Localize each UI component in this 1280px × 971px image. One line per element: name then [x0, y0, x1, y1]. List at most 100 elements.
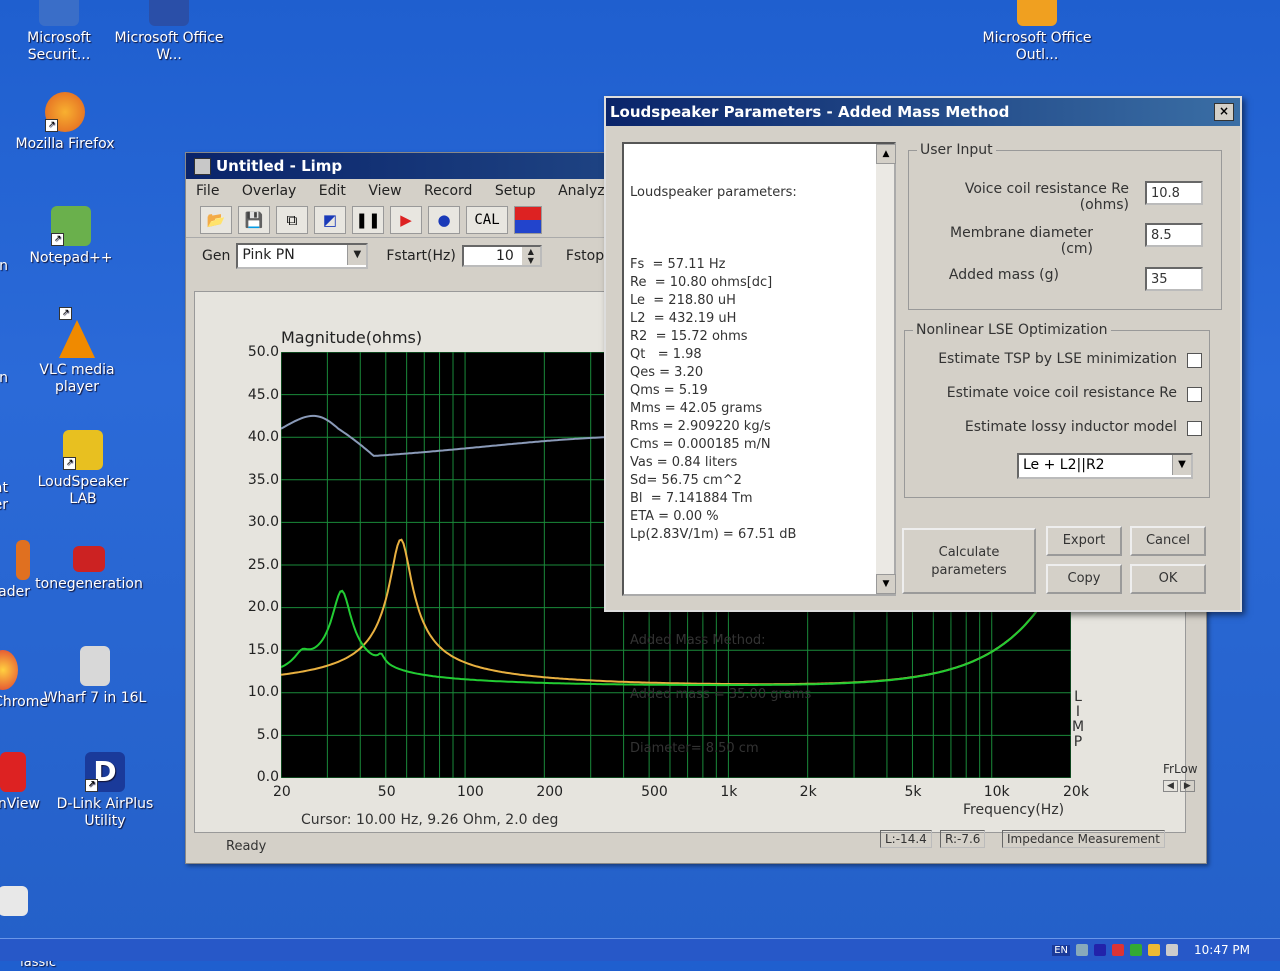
- security-tray-icon[interactable]: [1112, 944, 1124, 956]
- x-tick-label: 50: [377, 784, 396, 800]
- y-tick-label: 0.0: [256, 769, 279, 785]
- reader-icon: [16, 540, 30, 580]
- added-mass-label: Added mass (g): [948, 267, 1059, 283]
- color-icon[interactable]: [514, 206, 542, 234]
- desktop-icon-partial[interactable]: n: [0, 258, 8, 275]
- pause-icon[interactable]: ❚❚: [352, 206, 384, 234]
- param-line: Qes = 3.20: [630, 365, 704, 380]
- loudspeaker-parameters-dialog[interactable]: Loudspeaker Parameters - Added Mass Meth…: [604, 96, 1242, 756]
- lse-tsp-checkbox[interactable]: [1187, 353, 1202, 368]
- inductor-model-select[interactable]: Le + L2||R2 ▼: [1017, 453, 1193, 479]
- frlow-control: FrLow ◀ ▶: [1163, 762, 1198, 792]
- y-tick-label: 10.0: [247, 684, 279, 700]
- dlink-icon: D ↗: [85, 752, 125, 792]
- param-line: Bl = 7.141884 Tm: [630, 491, 753, 506]
- close-icon[interactable]: ×: [1214, 103, 1234, 121]
- calculate-parameters-button[interactable]: Calculate parameters: [902, 528, 1036, 594]
- lse-re-checkbox[interactable]: [1187, 387, 1202, 402]
- network-icon[interactable]: [1076, 944, 1088, 956]
- y-tick-label: 45.0: [247, 386, 279, 403]
- desktop-icon-tonegeneration[interactable]: tonegeneration: [34, 546, 144, 593]
- menu-view[interactable]: View: [368, 183, 401, 199]
- method-line: Diameter= 8.50 cm: [630, 741, 759, 756]
- open-folder-icon[interactable]: 📂: [200, 206, 232, 234]
- desktop-icon-partial[interactable]: at er: [0, 480, 8, 514]
- folder-tray-icon[interactable]: [1148, 944, 1160, 956]
- status-text: Ready: [226, 839, 267, 854]
- user-input-title: User Input: [917, 142, 996, 158]
- desktop-icon-dlink[interactable]: D ↗ D-Link AirPlus Utility: [50, 752, 160, 830]
- y-tick-label: 50.0: [247, 344, 279, 360]
- params-header: Loudspeaker parameters:: [630, 185, 797, 200]
- desktop-icon-outlook[interactable]: Microsoft Office Outl...: [982, 0, 1092, 64]
- params-list: Fs = 57.11 Hz Re = 10.80 ohms[dc] Le = 218…: [630, 256, 888, 544]
- edit-icon[interactable]: ◩: [314, 206, 346, 234]
- save-icon[interactable]: 💾: [238, 206, 270, 234]
- chevron-down-icon: ▼: [1172, 455, 1191, 475]
- tonegeneration-icon: [73, 546, 105, 572]
- copy-button[interactable]: Copy: [1046, 564, 1122, 594]
- menu-overlay[interactable]: Overlay: [242, 183, 296, 199]
- record-icon[interactable]: ●: [428, 206, 460, 234]
- notepadpp-icon: ↗: [51, 206, 91, 246]
- desktop-icon-notepadpp[interactable]: ↗ Notepad++: [16, 206, 126, 267]
- generator-select[interactable]: Pink PN ▼: [236, 243, 369, 269]
- taskbar-clock: 10:47 PM: [1194, 943, 1250, 957]
- x-tick-label: 10k: [983, 784, 1010, 800]
- desktop-icon-wharf[interactable]: Wharf 7 in 16L: [40, 646, 150, 707]
- copy-icon[interactable]: ⧉: [276, 206, 308, 234]
- y-tick-label: 30.0: [247, 514, 279, 530]
- desktop-icon-partial-view[interactable]: nView: [0, 752, 40, 813]
- param-line: Sd= 56.75 cm^2: [630, 473, 742, 488]
- outlook-icon: [1017, 0, 1057, 26]
- desktop-icon-partial-reader[interactable]: ader: [0, 540, 30, 601]
- desktop-icon-chrome[interactable]: Chrome: [0, 650, 48, 711]
- lse-inductor-checkbox[interactable]: [1187, 421, 1202, 436]
- lse-inductor-label: Estimate lossy inductor model: [964, 419, 1177, 435]
- parameters-text: Loudspeaker parameters: Fs = 57.11 Hz Re …: [624, 144, 894, 798]
- added-mass-input[interactable]: 35: [1145, 267, 1203, 291]
- language-indicator[interactable]: EN: [1052, 944, 1070, 956]
- scroll-up-icon[interactable]: ▲: [876, 144, 896, 164]
- frlow-right-icon[interactable]: ▶: [1179, 780, 1195, 792]
- taskbar: EN 10:47 PM: [0, 938, 1280, 961]
- export-button[interactable]: Export: [1046, 526, 1122, 556]
- menu-setup[interactable]: Setup: [495, 183, 536, 199]
- limp-vertical-label: L I M P: [1071, 689, 1085, 750]
- status-right-level: R:-7.6: [940, 830, 986, 848]
- param-line: Le = 218.80 uH: [630, 293, 736, 308]
- firefox-icon: ↗: [45, 92, 85, 132]
- cal-button[interactable]: CAL: [466, 206, 508, 234]
- desktop-icon-firefox[interactable]: ↗ Mozilla Firefox: [10, 92, 120, 153]
- frlow-left-icon[interactable]: ◀: [1163, 780, 1178, 792]
- dialog-titlebar[interactable]: Loudspeaker Parameters - Added Mass Meth…: [606, 98, 1240, 126]
- menu-file[interactable]: File: [196, 183, 219, 199]
- parameters-listbox[interactable]: Loudspeaker parameters: Fs = 57.11 Hz Re …: [622, 142, 896, 756]
- update-icon[interactable]: [1130, 944, 1142, 956]
- params-scrollbar[interactable]: ▲ ▼: [876, 144, 896, 594]
- fstart-label: Fstart(Hz): [386, 248, 456, 264]
- param-line: Fs = 57.11 Hz: [630, 257, 726, 272]
- ok-button[interactable]: OK: [1130, 564, 1206, 594]
- diameter-input[interactable]: 8.5: [1145, 223, 1203, 247]
- desktop-icon-loudspeaker-lab[interactable]: ↗ LoudSpeaker LAB: [28, 430, 138, 508]
- y-tick-label: 35.0: [247, 471, 279, 488]
- spin-arrows-icon[interactable]: ▲ ▼: [521, 247, 540, 265]
- document-icon: [80, 646, 110, 686]
- scroll-down-icon[interactable]: ▼: [876, 574, 896, 594]
- desktop-icon-vlc[interactable]: ↗ VLC media player: [22, 307, 132, 396]
- cancel-button[interactable]: Cancel: [1130, 526, 1206, 556]
- re-input[interactable]: 10.8: [1145, 181, 1203, 205]
- media-icon[interactable]: [1094, 944, 1106, 956]
- fstart-spinner[interactable]: 10 ▲ ▼: [461, 245, 542, 267]
- gen-label: Gen: [202, 248, 231, 264]
- method-line: Added Mass Method:: [630, 633, 766, 648]
- play-icon[interactable]: ▶: [390, 206, 422, 234]
- desktop-icon-microsoft-security[interactable]: Microsoft Securit...: [4, 0, 114, 64]
- menu-edit[interactable]: Edit: [319, 183, 346, 199]
- desktop-icon-partial[interactable]: in: [0, 370, 8, 387]
- volume-icon[interactable]: [1166, 944, 1178, 956]
- menu-record[interactable]: Record: [424, 183, 472, 199]
- param-line: R2 = 15.72 ohms: [630, 329, 748, 344]
- desktop-icon-office-word[interactable]: Microsoft Office W...: [114, 0, 224, 64]
